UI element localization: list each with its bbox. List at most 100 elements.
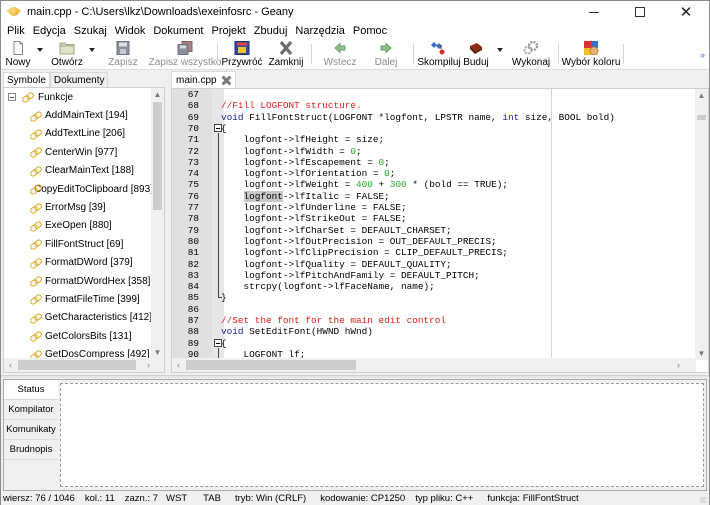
revert-button[interactable]: Przywróć bbox=[221, 40, 263, 69]
code-area[interactable]: 67 68 //Fill LOGFONT structure. 69 void Fill… bbox=[172, 89, 696, 360]
new-dropdown-arrow[interactable] bbox=[37, 48, 43, 52]
sidebar-vertical-scrollbar[interactable]: ▲ ▼ bbox=[151, 88, 164, 359]
scroll-up-icon[interactable]: ▲ bbox=[695, 89, 708, 102]
code-line[interactable]: 70{ bbox=[172, 123, 696, 134]
tab-status[interactable]: Status bbox=[4, 380, 58, 400]
editor-tab-main-cpp[interactable]: main.cpp bbox=[171, 71, 236, 88]
code-line[interactable]: 77 logfont->lfUnderline = FALSE; bbox=[172, 202, 696, 213]
code-line[interactable]: 79 logfont->lfCharSet = DEFAULT_CHARSET; bbox=[172, 225, 696, 236]
tree-item[interactable]: CopyEditToClipboard [893] bbox=[4, 180, 152, 198]
scrollbar-thumb[interactable] bbox=[18, 360, 136, 370]
scroll-up-icon[interactable]: ▲ bbox=[151, 88, 164, 101]
tree-item[interactable]: FormatFileTime [399] bbox=[4, 290, 152, 308]
tree-item[interactable]: GetCharacteristics [412] bbox=[4, 309, 152, 327]
tree-item[interactable]: AddTextLine [206] bbox=[4, 125, 152, 143]
open-dropdown-arrow[interactable] bbox=[89, 48, 95, 52]
code-line[interactable]: 87 //Set the font for the main edit contr… bbox=[172, 315, 696, 326]
code-line[interactable]: 67 bbox=[172, 89, 696, 100]
save-all-button[interactable]: Zapisz wszystko bbox=[147, 40, 223, 69]
code-line[interactable]: 86 bbox=[172, 304, 696, 315]
code-line[interactable]: 73 logfont->lfEscapement = 0; bbox=[172, 157, 696, 168]
menu-szukaj[interactable]: Szukaj bbox=[72, 25, 112, 37]
status-log-area[interactable] bbox=[60, 383, 704, 487]
tab-komunikaty[interactable]: Komunikaty bbox=[4, 420, 58, 440]
tab-brudnopis[interactable]: Brudnopis bbox=[4, 440, 58, 460]
save-button[interactable]: Zapisz bbox=[108, 40, 138, 69]
symbol-tree: Funkcje AddMainText [194] AddTextLine [20… bbox=[4, 88, 152, 359]
tree-item[interactable]: GetColorsBits [131] bbox=[4, 327, 152, 345]
tree-item[interactable]: ClearMainText [188] bbox=[4, 162, 152, 180]
tree-item[interactable]: ErrorMsg [39] bbox=[4, 198, 152, 216]
menu-zbuduj[interactable]: Zbuduj bbox=[252, 25, 293, 37]
code-line[interactable]: 85} bbox=[172, 292, 696, 303]
tree-item[interactable]: FormatDWord [379] bbox=[4, 254, 152, 272]
color-chooser-button[interactable]: Wybór koloru bbox=[562, 40, 620, 69]
forward-button[interactable]: Dalej bbox=[371, 40, 401, 69]
editor-horizontal-scrollbar[interactable]: ‹ › bbox=[172, 358, 696, 372]
function-icon bbox=[30, 240, 41, 248]
menu-dokument[interactable]: Dokument bbox=[151, 25, 208, 37]
scroll-right-icon[interactable]: › bbox=[672, 358, 685, 372]
scrollbar-thumb[interactable] bbox=[153, 102, 162, 210]
tree-item[interactable]: GetDosCompress [492] bbox=[4, 345, 152, 359]
menu-plik[interactable]: Plik bbox=[5, 25, 30, 37]
menu-edycja[interactable]: Edycja bbox=[31, 25, 71, 37]
code-line[interactable]: 76 logfont->lfItalic = FALSE; bbox=[172, 190, 696, 202]
open-button[interactable]: Otwórz bbox=[51, 40, 83, 69]
scroll-down-icon[interactable]: ▼ bbox=[695, 347, 708, 360]
tree-item[interactable]: FillFontStruct [69] bbox=[4, 235, 152, 253]
minimize-button[interactable] bbox=[571, 1, 617, 23]
toolbar-overflow-button[interactable]: » bbox=[700, 50, 705, 60]
code-line[interactable]: 74 logfont->lfOrientation = 0; bbox=[172, 168, 696, 179]
close-window-button[interactable]: ✕ bbox=[663, 1, 709, 23]
code-line[interactable]: 80 logfont->lfOutPrecision = OUT_DEFAULT… bbox=[172, 236, 696, 247]
tree-node-funkcje[interactable]: Funkcje bbox=[4, 88, 152, 106]
compile-button[interactable]: Skompiluj bbox=[417, 40, 461, 69]
code-line[interactable]: 82 logfont->lfQuality = DEFAULT_QUALITY; bbox=[172, 259, 696, 270]
scrollbar-thumb[interactable] bbox=[186, 360, 356, 370]
scroll-right-icon[interactable]: › bbox=[142, 358, 155, 372]
tree-item[interactable]: FormatDWordHex [358] bbox=[4, 272, 152, 290]
resize-grip[interactable] bbox=[700, 497, 706, 503]
editor-vertical-scrollbar[interactable]: ▲ ▼ bbox=[695, 89, 708, 360]
close-file-button[interactable]: Zamknij bbox=[268, 40, 304, 69]
code-line[interactable]: 75 logfont->lfWeight = 400 + 300 * (bold… bbox=[172, 179, 696, 190]
fold-toggle-icon[interactable] bbox=[214, 339, 222, 348]
tree-item[interactable]: AddMainText [194] bbox=[4, 106, 152, 124]
tab-kompilator[interactable]: Kompilator bbox=[4, 400, 58, 420]
menu-projekt[interactable]: Projekt bbox=[210, 25, 251, 37]
scroll-left-icon[interactable]: ‹ bbox=[172, 358, 185, 372]
code-line[interactable]: 72 logfont->lfWidth = 0; bbox=[172, 146, 696, 157]
build-dropdown-arrow[interactable] bbox=[497, 48, 503, 52]
tab-symbole[interactable]: Symbole bbox=[3, 72, 50, 88]
code-line[interactable]: 68 //Fill LOGFONT structure. bbox=[172, 100, 696, 111]
scroll-left-icon[interactable]: ‹ bbox=[4, 358, 17, 372]
menu-narzedzia[interactable]: Narzędzia bbox=[293, 25, 350, 37]
execute-button[interactable]: Wykonaj bbox=[512, 40, 550, 69]
panel-splitter[interactable] bbox=[1, 375, 709, 378]
close-tab-icon[interactable] bbox=[222, 76, 231, 85]
build-button[interactable]: Buduj bbox=[463, 40, 489, 69]
tree-item[interactable]: ExeOpen [880] bbox=[4, 217, 152, 235]
code-line[interactable]: 84 strcpy(logfont->lfFaceName, name); bbox=[172, 281, 696, 292]
code-line[interactable]: 81 logfont->lfClipPrecision = CLIP_DEFAU… bbox=[172, 247, 696, 258]
menu-pomoc[interactable]: Pomoc bbox=[351, 25, 392, 37]
fold-toggle-icon[interactable] bbox=[214, 124, 222, 133]
code-line[interactable]: 88 void SetEditFont(HWND hWnd) bbox=[172, 326, 696, 337]
code-line[interactable]: 78 logfont->lfStrikeOut = FALSE; bbox=[172, 213, 696, 224]
code-line[interactable]: 83 logfont->lfPitchAndFamily = DEFAULT_P… bbox=[172, 270, 696, 281]
code-line[interactable]: 89{ bbox=[172, 338, 696, 349]
maximize-button[interactable] bbox=[617, 1, 663, 23]
new-button[interactable]: Nowy bbox=[5, 40, 31, 69]
tab-dokumenty[interactable]: Dokumenty bbox=[49, 72, 109, 87]
menu-widok[interactable]: Widok bbox=[113, 25, 151, 37]
code-line[interactable]: 71 logfont->lfHeight = size; bbox=[172, 134, 696, 145]
sidebar-horizontal-scrollbar[interactable]: ‹ › bbox=[4, 358, 164, 372]
tree-item[interactable]: CenterWin [977] bbox=[4, 143, 152, 161]
collapse-icon[interactable] bbox=[8, 93, 16, 102]
back-button[interactable]: Wstecz bbox=[323, 40, 357, 69]
scrollbar-thumb[interactable] bbox=[697, 115, 706, 120]
code-editor[interactable]: 67 68 //Fill LOGFONT structure. 69 void Fill… bbox=[171, 88, 709, 373]
function-icon bbox=[30, 277, 41, 285]
code-line[interactable]: 69 void FillFontStruct(LOGFONT *logfont, … bbox=[172, 112, 696, 123]
